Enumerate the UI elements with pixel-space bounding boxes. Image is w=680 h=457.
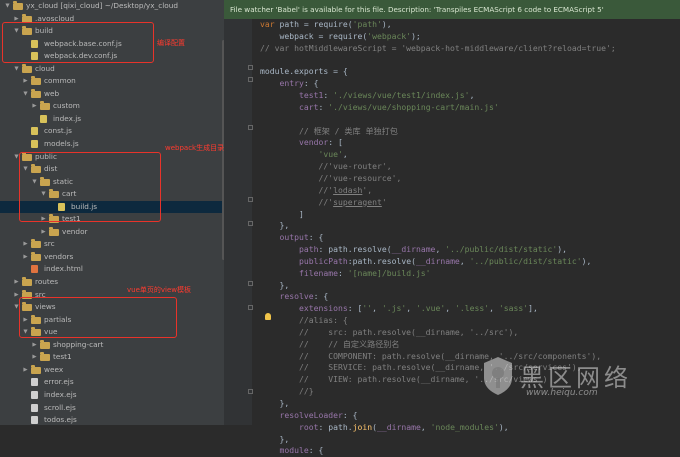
vue-annotation-box bbox=[19, 297, 177, 338]
watermark-logo-icon bbox=[484, 357, 512, 395]
fold-icon[interactable] bbox=[248, 281, 253, 286]
chevron-right-icon[interactable]: ▶ bbox=[31, 351, 38, 364]
chevron-right-icon[interactable]: ▶ bbox=[22, 251, 29, 264]
chevron-right-icon[interactable]: ▶ bbox=[31, 100, 38, 113]
chevron-right-icon[interactable]: ▶ bbox=[22, 238, 29, 251]
chevron-right-icon[interactable]: ▶ bbox=[13, 276, 20, 289]
fold-icon[interactable] bbox=[248, 125, 253, 130]
fold-icon[interactable] bbox=[248, 305, 253, 310]
watermark-url: www.heiqu.com bbox=[526, 388, 598, 398]
folder-icon bbox=[13, 1, 23, 10]
file-icon bbox=[31, 140, 38, 149]
tree-item-label: web bbox=[44, 88, 60, 98]
file-watcher-banner[interactable]: File watcher 'Babel' is available for th… bbox=[224, 0, 680, 19]
tree-item-label: index.js bbox=[53, 113, 82, 123]
file-icon bbox=[31, 378, 38, 387]
tree-item-label: routes bbox=[35, 277, 59, 287]
folder-icon bbox=[40, 101, 50, 111]
chevron-down-icon[interactable]: ▼ bbox=[22, 88, 29, 101]
tree-item[interactable]: ▶ src bbox=[0, 238, 224, 251]
file-icon bbox=[31, 390, 38, 399]
file-icon bbox=[31, 265, 38, 274]
folder-icon bbox=[31, 76, 41, 86]
fold-icon[interactable] bbox=[248, 197, 253, 202]
tree-item-label: src bbox=[44, 239, 55, 249]
editor-gutter bbox=[224, 19, 253, 425]
webpack-annotation-text: webpack生成目录 bbox=[165, 144, 225, 152]
tree-item[interactable]: ▼ yx_cloud [qixi_cloud] ~/Desktop/yx_clou… bbox=[0, 0, 224, 13]
tree-item[interactable]: ▶ vendor bbox=[0, 226, 224, 239]
tree-item-label: shopping-cart bbox=[53, 339, 104, 349]
tree-item[interactable]: ▶ test1 bbox=[0, 351, 224, 364]
folder-icon bbox=[40, 339, 50, 349]
chevron-down-icon[interactable]: ▼ bbox=[4, 0, 11, 13]
tree-item[interactable]: index.html bbox=[0, 263, 224, 276]
chevron-right-icon[interactable]: ▶ bbox=[31, 339, 38, 352]
folder-icon bbox=[22, 63, 32, 73]
tree-item-label: index.ejs bbox=[44, 389, 77, 399]
tree-item[interactable]: scroll.ejs bbox=[0, 402, 224, 415]
tree-item[interactable]: error.ejs bbox=[0, 376, 224, 389]
file-icon bbox=[31, 416, 38, 425]
tree-item[interactable]: index.js bbox=[0, 113, 224, 126]
folder-icon bbox=[49, 226, 59, 236]
chevron-right-icon[interactable]: ▶ bbox=[22, 364, 29, 377]
tree-item[interactable]: ▼ web bbox=[0, 88, 224, 101]
fold-icon[interactable] bbox=[248, 389, 253, 394]
folder-icon bbox=[31, 88, 41, 98]
tree-item-label: custom bbox=[53, 101, 80, 111]
tree-item-label: todos.ejs bbox=[44, 415, 77, 425]
tree-item-label: scroll.ejs bbox=[44, 402, 76, 412]
webpack-annotation-box bbox=[19, 152, 161, 222]
tree-item-label: index.html bbox=[44, 264, 83, 274]
build-annotation-text: 编译配置 bbox=[157, 39, 185, 47]
file-icon bbox=[31, 403, 38, 412]
file-icon bbox=[31, 127, 38, 136]
fold-icon[interactable] bbox=[248, 65, 253, 70]
vue-annotation-text: vue单页的view模板 bbox=[127, 286, 192, 294]
tree-item[interactable]: ▶ vendors bbox=[0, 251, 224, 264]
tree-item-label: cloud bbox=[35, 63, 55, 73]
chevron-down-icon[interactable]: ▼ bbox=[13, 63, 20, 76]
tree-item[interactable]: ▼ cloud bbox=[0, 63, 224, 76]
tree-item-label: yx_cloud [qixi_cloud] ~/Desktop/yx_cloud bbox=[26, 1, 178, 10]
folder-icon bbox=[31, 239, 41, 249]
tree-item-label: weex bbox=[44, 364, 64, 374]
tree-item-label: error.ejs bbox=[44, 377, 74, 387]
chevron-right-icon[interactable]: ▶ bbox=[40, 226, 47, 239]
tree-item[interactable]: todos.ejs bbox=[0, 414, 224, 425]
tree-item-label: vendors bbox=[44, 251, 74, 261]
folder-icon bbox=[31, 251, 41, 261]
tree-item-label: common bbox=[44, 76, 76, 86]
tree-item[interactable]: ▶ weex bbox=[0, 364, 224, 377]
fold-icon[interactable] bbox=[248, 77, 253, 82]
chevron-right-icon[interactable]: ▶ bbox=[22, 75, 29, 88]
tree-item-label: const.js bbox=[44, 126, 72, 136]
fold-icon[interactable] bbox=[248, 221, 253, 226]
build-annotation-box bbox=[2, 22, 154, 63]
folder-icon bbox=[31, 364, 41, 374]
tree-item-label: test1 bbox=[53, 352, 72, 362]
folder-icon bbox=[40, 352, 50, 362]
tree-item-label: vendor bbox=[62, 226, 88, 236]
tree-item[interactable]: ▶ custom bbox=[0, 100, 224, 113]
tree-item-label: models.js bbox=[44, 139, 79, 149]
file-icon bbox=[40, 114, 47, 123]
tree-item[interactable]: ▶ shopping-cart bbox=[0, 339, 224, 352]
folder-icon bbox=[22, 277, 32, 287]
tree-item[interactable]: const.js bbox=[0, 125, 224, 138]
tree-item[interactable]: ▶ common bbox=[0, 75, 224, 88]
tree-item[interactable]: index.ejs bbox=[0, 389, 224, 402]
